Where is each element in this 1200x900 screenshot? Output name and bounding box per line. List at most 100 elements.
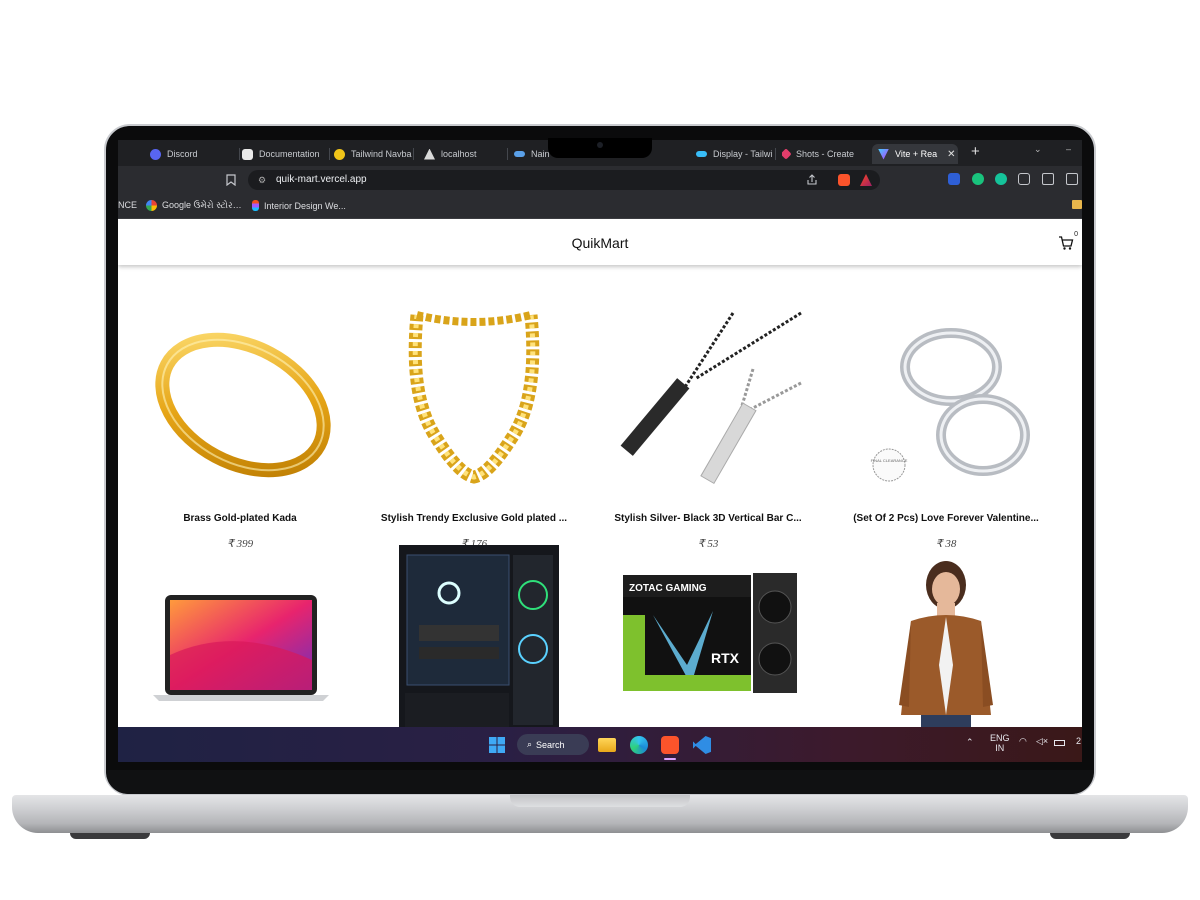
brave-icon[interactable] [661,736,679,754]
close-tab-icon[interactable]: ✕ [947,149,955,160]
tab-documentation[interactable]: Documentation [242,144,330,164]
minimize-icon[interactable]: – [1066,144,1071,154]
new-tab-button[interactable]: + [971,143,980,160]
file-explorer-icon[interactable] [598,738,616,752]
bookmark-item[interactable]: NCE [118,200,137,210]
chatgpt-extension-icon[interactable] [972,173,984,185]
laptop-chin [106,770,1094,794]
product-image-laptop[interactable] [145,565,335,727]
tab-label: Shots - Create [796,149,855,159]
product-title[interactable]: (Set Of 2 Pcs) Love Forever Valentine... [846,513,1046,524]
product-price: ₹ 399 [226,538,254,550]
product-image-bar-pendant[interactable] [613,309,803,487]
shots-icon [782,148,792,160]
bookmark-label: Google ઉમેરો સ્ટોર… [162,200,242,210]
glasses-icon [514,151,525,157]
windows-taskbar: ⌕ Search ⌃ ENG IN ◠ ◁× 2 [118,727,1082,762]
tab-vite-react[interactable]: Vite + Rea ✕ [872,144,958,164]
framer-icon [242,148,253,160]
clearance-badge-text: FINAL CLEARANCE [871,458,908,463]
product-card[interactable]: Brass Gold-plated Kada ₹ 399 [140,317,340,557]
vite-icon [878,148,889,160]
bookmark-item[interactable]: Interior Design We... [252,200,346,211]
bookmark-label: Interior Design We... [264,200,346,211]
product-title[interactable]: Stylish Silver- Black 3D Vertical Bar C.… [608,513,808,524]
tab-label: Display - Tailwi [713,149,773,159]
product-image-couple-rings[interactable]: FINAL CLEARANCE [851,309,1041,487]
url-text: quik-mart.vercel.app [276,174,367,185]
wifi-icon[interactable]: ◠ [1019,736,1027,747]
product-card[interactable]: ZOTAC GAMING RTX [608,565,808,727]
bookmark-icon[interactable] [226,174,236,186]
laptop-screen: Discord Documentation Tailwind Navba loc… [118,140,1082,762]
vscode-icon[interactable] [693,736,711,754]
product-card[interactable] [846,561,1046,727]
extension-shield-icon[interactable] [948,173,960,185]
windows-start-icon[interactable] [488,736,506,754]
google-icon [146,200,157,211]
bookmark-label: NCE [118,200,138,210]
site-settings-icon[interactable]: ⚙ [258,175,266,186]
site-header: QuikMart 0 [118,219,1082,265]
brave-rewards-icon[interactable] [860,174,872,186]
lightbulb-icon [334,148,345,160]
product-card[interactable]: Stylish Silver- Black 3D Vertical Bar C.… [608,311,808,557]
discord-icon [150,148,161,160]
grammarly-icon[interactable] [995,173,1007,185]
folder-icon[interactable] [1072,200,1082,209]
gpu-brand-text: ZOTAC GAMING [629,583,707,594]
product-image-gold-kada[interactable] [145,317,335,487]
product-title[interactable]: Brass Gold-plated Kada [140,513,340,524]
triangle-icon [424,148,435,160]
product-title[interactable]: Stylish Trendy Exclusive Gold plated ... [374,513,574,524]
volume-muted-icon[interactable]: ◁× [1036,736,1048,747]
search-icon: ⌕ [527,739,533,749]
sidebar-toggle-icon[interactable] [1042,173,1054,185]
product-price: ₹ 38 [935,538,957,550]
tab-label: Discord [167,149,198,159]
brave-shields-icon[interactable] [838,174,850,186]
product-card[interactable]: Stylish Trendy Exclusive Gold plated ...… [374,311,574,557]
tab-label: Vite + Rea [895,149,938,159]
bookmark-item[interactable]: Google ઉમેરો સ્ટોર… [146,200,242,211]
product-image-gold-chain[interactable] [379,309,569,487]
browser-toolbar: ⚙ quik-mart.vercel.app [118,166,1082,194]
language-indicator[interactable]: ENG IN [990,733,1010,753]
figma-icon [252,200,259,211]
tab-search-chevron-icon[interactable]: ⌄ [1034,144,1042,155]
taskbar-search-label: Search [536,739,565,750]
share-icon[interactable] [806,174,818,186]
hidden-icons-chevron-icon[interactable]: ⌃ [966,737,974,748]
product-image-brown-jacket[interactable] [851,555,1041,727]
tab-localhost[interactable]: localhost [424,144,508,164]
tab-label: Tailwind Navba [351,149,412,159]
clock-text[interactable]: 2 [1076,736,1081,746]
extensions-puzzle-icon[interactable] [1018,173,1030,185]
tab-display-tailwind[interactable]: Display - Tailwi [696,144,776,164]
tab-label: Nain [531,149,550,159]
tab-tailwind-navbar[interactable]: Tailwind Navba [334,144,414,164]
battery-icon[interactable] [1054,740,1065,746]
product-image-graphics-card[interactable]: ZOTAC GAMING RTX [613,555,803,727]
cart-icon[interactable] [1058,235,1074,251]
laptop-foot-left [70,833,150,839]
web-page: QuikMart 0 Brass Gold-plated Kada ₹ 399 [118,219,1082,727]
edge-icon[interactable] [630,736,648,754]
taskbar-search[interactable]: ⌕ Search [517,734,589,755]
active-app-indicator [664,758,676,760]
tailwind-icon [696,151,707,157]
product-card[interactable] [140,565,340,727]
product-card[interactable]: FINAL CLEARANCE (Set Of 2 Pcs) Love Fore… [846,317,1046,557]
site-logo[interactable]: QuikMart [118,235,1082,251]
address-bar[interactable]: ⚙ quik-mart.vercel.app [248,170,880,190]
product-image-gaming-pc[interactable] [379,545,569,727]
laptop-base-groove [510,795,690,807]
wallet-icon[interactable] [1066,173,1078,185]
product-card[interactable] [374,545,574,727]
cart-count-badge: 0 [1074,231,1078,238]
language-bottom: IN [995,743,1005,753]
laptop-foot-right [1050,833,1130,839]
tab-shots[interactable]: Shots - Create [782,144,866,164]
tab-discord[interactable]: Discord [150,144,240,164]
gpu-model-text: RTX [711,650,740,666]
